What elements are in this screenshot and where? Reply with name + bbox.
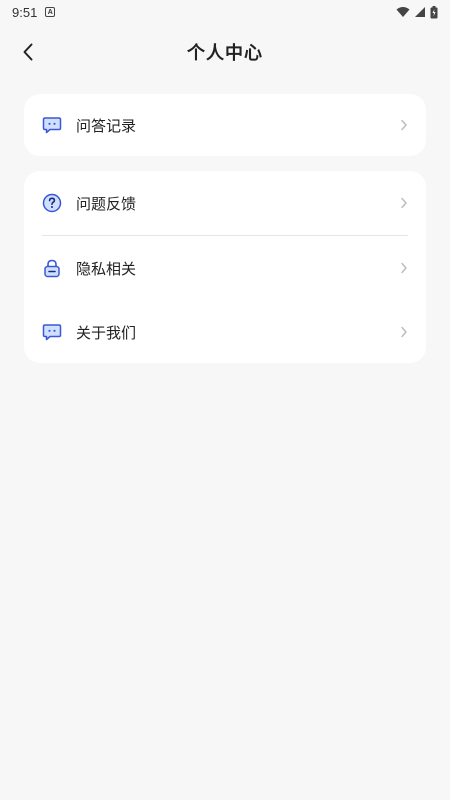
signal-icon: [414, 6, 426, 18]
chevron-right-icon: [400, 262, 408, 274]
chevron-right-icon: [400, 326, 408, 338]
status-bar: 9:51 A: [0, 0, 450, 24]
menu-card-settings: 问题反馈 隐私相关 关于我们: [24, 171, 426, 363]
chevron-left-icon: [23, 43, 33, 61]
back-button[interactable]: [14, 38, 42, 66]
page-title: 个人中心: [187, 43, 263, 64]
menu-item-label: 关于我们: [76, 323, 137, 342]
chevron-right-icon: [400, 119, 408, 131]
menu-item-label: 隐私相关: [76, 259, 137, 278]
question-circle-icon: [42, 193, 62, 213]
status-icons: [396, 5, 438, 19]
menu-item-feedback[interactable]: 问题反馈: [24, 171, 426, 235]
chevron-right-icon: [400, 197, 408, 209]
lock-icon: [42, 258, 62, 278]
header: 个人中心: [0, 24, 450, 80]
menu-item-privacy[interactable]: 隐私相关: [24, 236, 426, 300]
menu-item-qa-records[interactable]: 问答记录: [24, 94, 426, 156]
battery-icon: [430, 5, 438, 19]
status-time: 9:51: [12, 4, 38, 20]
menu-card-records: 问答记录: [24, 94, 426, 156]
chat-bubble-icon: [42, 322, 62, 342]
notification-icon: A: [45, 7, 56, 17]
wifi-icon: [396, 6, 410, 18]
menu-item-label: 问题反馈: [76, 194, 137, 213]
menu-item-label: 问答记录: [76, 116, 137, 135]
chat-bubble-icon: [42, 115, 62, 135]
menu-item-about[interactable]: 关于我们: [24, 300, 426, 364]
